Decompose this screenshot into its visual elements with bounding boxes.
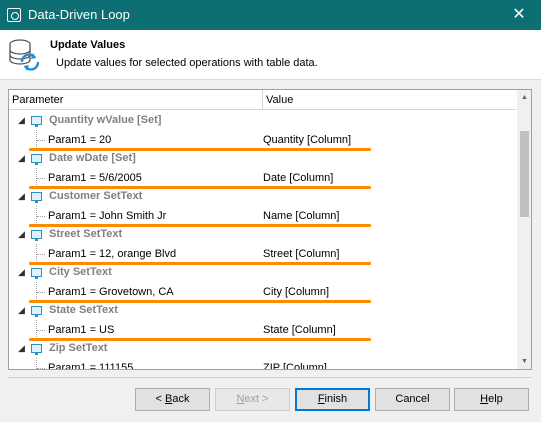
tree-line [37, 368, 45, 369]
cancel-button[interactable]: Cancel [375, 388, 450, 411]
page-title: Update Values [50, 39, 126, 51]
scroll-down-arrow-icon[interactable]: ▼ [517, 354, 531, 369]
operation-row[interactable]: ◢ Street SetText [9, 225, 516, 244]
parameter-label: Param1 = 12, orange Blvd [48, 248, 177, 260]
tree-line [37, 292, 45, 293]
operation-label: Customer SetText [49, 190, 143, 202]
operation-label: City SetText [49, 266, 112, 278]
parameter-row[interactable]: Param1 = Grovetown, CA City [Column] [9, 282, 516, 301]
operation-icon [31, 268, 42, 279]
next-label: ext > [244, 393, 269, 405]
operation-label: Date wDate [Set] [49, 152, 136, 164]
operation-icon [31, 344, 42, 355]
back-prefix: < [155, 393, 165, 405]
grid-header: Parameter Value [9, 90, 516, 110]
parameter-value[interactable]: Name [Column] [263, 210, 339, 222]
parameter-label: Param1 = 5/6/2005 [48, 172, 142, 184]
parameter-row[interactable]: Param1 = 12, orange Blvd Street [Column] [9, 244, 516, 263]
tree-line [37, 254, 45, 255]
parameter-label: Param1 = Grovetown, CA [48, 286, 174, 298]
collapse-arrow-icon[interactable]: ◢ [18, 266, 28, 278]
operation-row[interactable]: ◢ Zip SetText [9, 339, 516, 358]
operation-row[interactable]: ◢ Customer SetText [9, 187, 516, 206]
tree-line [37, 216, 45, 217]
scroll-thumb[interactable] [520, 131, 529, 217]
vertical-scrollbar[interactable]: ▲ ▼ [517, 90, 531, 369]
back-label: ack [172, 393, 190, 405]
parameter-value[interactable]: Quantity [Column] [263, 134, 351, 146]
tree-line [37, 140, 45, 141]
close-button[interactable]: ✕ [497, 0, 541, 30]
parameter-label: Param1 = US [48, 324, 115, 336]
next-button[interactable]: Next > [215, 388, 290, 411]
wizard-header: Update Values Update values for selected… [0, 30, 541, 80]
help-button[interactable]: Help [454, 388, 529, 411]
column-header-value[interactable]: Value [266, 94, 293, 106]
column-separator[interactable] [262, 90, 263, 110]
parameter-row[interactable]: Param1 = 5/6/2005 Date [Column] [9, 168, 516, 187]
operation-icon [31, 154, 42, 165]
help-label: elp [488, 393, 503, 405]
column-header-parameter[interactable]: Parameter [12, 94, 63, 106]
parameter-label: Param1 = John Smith Jr [48, 210, 167, 222]
operation-icon [31, 116, 42, 127]
finish-button[interactable]: Finish [295, 388, 370, 411]
parameter-value[interactable]: Date [Column] [263, 172, 333, 184]
page-description: Update values for selected operations wi… [56, 57, 318, 69]
parameter-label: Param1 = 111155 [48, 362, 134, 370]
operation-label: Quantity wValue [Set] [49, 114, 162, 126]
operation-row[interactable]: ◢ City SetText [9, 263, 516, 282]
parameter-grid[interactable]: Parameter Value ◢ Quantity wValue [Set] … [8, 89, 532, 370]
parameter-label: Param1 = 20 [48, 134, 112, 146]
parameter-row[interactable]: Param1 = 20 Quantity [Column] [9, 130, 516, 149]
operation-label: Zip SetText [49, 342, 108, 354]
database-update-icon [9, 39, 40, 71]
parameter-row[interactable]: Param1 = 111155 ZIP [Column] [9, 358, 516, 370]
tree-line [37, 330, 45, 331]
back-button[interactable]: < Back [135, 388, 210, 411]
tree-line [37, 178, 45, 179]
operation-icon [31, 306, 42, 317]
finish-accelerator: F [317, 393, 325, 405]
finish-label: inish [324, 393, 348, 405]
parameter-value[interactable]: City [Column] [263, 286, 329, 298]
operation-row[interactable]: ◢ Date wDate [Set] [9, 149, 516, 168]
app-icon [7, 8, 21, 22]
help-accelerator: H [480, 393, 489, 405]
collapse-arrow-icon[interactable]: ◢ [18, 342, 28, 354]
operation-row[interactable]: ◢ State SetText [9, 301, 516, 320]
parameter-row[interactable]: Param1 = US State [Column] [9, 320, 516, 339]
operation-row[interactable]: ◢ Quantity wValue [Set] [9, 111, 516, 130]
collapse-arrow-icon[interactable]: ◢ [18, 190, 28, 202]
operation-label: Street SetText [49, 228, 123, 240]
operation-icon [31, 230, 42, 241]
title-bar: Data-Driven Loop ✕ [0, 0, 541, 30]
collapse-arrow-icon[interactable]: ◢ [18, 152, 28, 164]
collapse-arrow-icon[interactable]: ◢ [18, 114, 28, 126]
parameter-row[interactable]: Param1 = John Smith Jr Name [Column] [9, 206, 516, 225]
parameter-value[interactable]: State [Column] [263, 324, 336, 336]
collapse-arrow-icon[interactable]: ◢ [18, 304, 28, 316]
window-title: Data-Driven Loop [28, 7, 130, 22]
collapse-arrow-icon[interactable]: ◢ [18, 228, 28, 240]
parameter-value[interactable]: ZIP [Column] [263, 362, 327, 369]
parameter-value[interactable]: Street [Column] [263, 248, 339, 260]
operation-icon [31, 192, 42, 203]
button-bar-separator [8, 377, 532, 378]
operation-label: State SetText [49, 304, 118, 316]
scroll-up-arrow-icon[interactable]: ▲ [517, 90, 531, 105]
